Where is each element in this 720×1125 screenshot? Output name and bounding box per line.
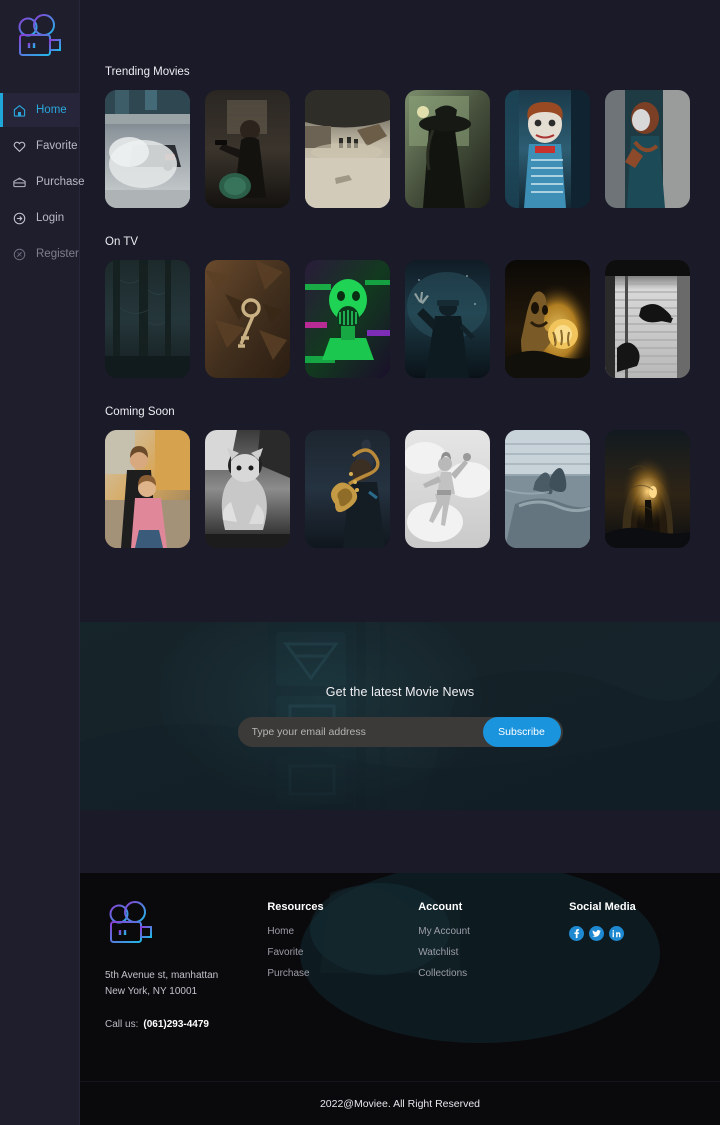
movie-camera-icon: [18, 14, 61, 56]
linkedin-icon[interactable]: [609, 926, 625, 941]
heart-icon: [13, 141, 26, 152]
soon-card-saxophone[interactable]: [305, 430, 390, 548]
phone-number: (061)293-4479: [143, 1019, 209, 1030]
movie-card-doll[interactable]: [505, 90, 590, 208]
section-title: Coming Soon: [105, 406, 175, 418]
card-artwork: [205, 430, 290, 548]
soon-card-dolphins[interactable]: [505, 430, 590, 548]
copyright-text: 2022@Moviee. All Right Reserved: [319, 1097, 481, 1110]
sidebar: Home Favorite Purchase Login Register: [0, 0, 85, 1125]
login-icon: [13, 212, 26, 224]
footer-link-purchase[interactable]: Purchase: [267, 968, 418, 979]
card-artwork: [305, 260, 390, 378]
footer-address: 5th Avenue st, manhattan New York, NY 10…: [105, 968, 267, 999]
movie-row-on-tv: [105, 260, 720, 378]
newsletter-title: Get the latest Movie News: [325, 685, 475, 699]
address-line-2: New York, NY 10001: [105, 985, 198, 997]
address-line-1: 5th Avenue st, manhattan: [105, 970, 219, 981]
card-artwork: [605, 90, 690, 208]
sidebar-item-register[interactable]: Register: [0, 237, 79, 271]
tv-card-blinds-hand[interactable]: [605, 260, 690, 378]
tv-card-lantern[interactable]: [505, 260, 590, 378]
wallet-icon: [13, 177, 26, 187]
newsletter-banner: Get the latest Movie News Subscribe: [80, 622, 720, 810]
card-artwork: [205, 260, 290, 378]
tv-card-rusty-key[interactable]: [205, 260, 290, 378]
footer-link-home[interactable]: Home: [267, 926, 418, 937]
card-artwork: [105, 260, 190, 378]
footer-brand: 5th Avenue st, manhattan New York, NY 10…: [105, 901, 267, 1030]
sidebar-item-home[interactable]: Home: [0, 93, 79, 127]
sidebar-item-label: Home: [36, 104, 67, 116]
sidebar-item-label: Purchase: [36, 176, 85, 188]
movie-card-hat-woman[interactable]: [405, 90, 490, 208]
soon-card-cat[interactable]: [205, 430, 290, 548]
footer-column-social: Social Media: [569, 901, 720, 1030]
sidebar-item-label: Register: [36, 248, 79, 260]
footer-link-watchlist[interactable]: Watchlist: [418, 947, 569, 958]
card-artwork: [105, 90, 190, 208]
footer-column-account: Account My Account Watchlist Collections: [418, 901, 569, 1030]
register-icon: [13, 248, 26, 260]
footer-link-my-account[interactable]: My Account: [418, 926, 569, 937]
tv-card-green-ghoul[interactable]: [305, 260, 390, 378]
section-trending-movies: Trending Movies: [80, 0, 720, 208]
soon-card-dancer[interactable]: [405, 430, 490, 548]
movie-card-street-chaos[interactable]: [305, 90, 390, 208]
movie-row-coming-soon: [105, 430, 720, 548]
logo[interactable]: [0, 0, 79, 67]
footer-column-resources: Resources Home Favorite Purchase: [267, 901, 418, 1030]
twitter-icon[interactable]: [589, 926, 605, 941]
sidebar-item-favorite[interactable]: Favorite: [0, 129, 79, 163]
soon-card-cave[interactable]: [605, 430, 690, 548]
card-artwork: [105, 430, 190, 548]
card-artwork: [305, 90, 390, 208]
call-label: Call us:: [105, 1019, 139, 1030]
copyright-bar: 2022@Moviee. All Right Reserved: [80, 1081, 720, 1125]
movie-card-gunman[interactable]: [205, 90, 290, 208]
card-artwork: [505, 260, 590, 378]
tv-card-night-figure[interactable]: [405, 260, 490, 378]
newsletter-form: Subscribe: [237, 717, 563, 747]
tv-card-dark-forest[interactable]: [105, 260, 190, 378]
card-artwork: [405, 90, 490, 208]
email-input[interactable]: [237, 717, 483, 747]
card-artwork: [305, 430, 390, 548]
subscribe-button[interactable]: Subscribe: [482, 717, 561, 747]
sidebar-item-login[interactable]: Login: [0, 201, 79, 235]
section-on-tv: On TV: [80, 208, 720, 378]
facebook-icon[interactable]: [569, 926, 585, 941]
footer-link-collections[interactable]: Collections: [418, 968, 569, 979]
card-artwork: [605, 430, 690, 548]
footer-link-favorite[interactable]: Favorite: [267, 947, 418, 958]
section-title: On TV: [105, 236, 139, 248]
card-artwork: [405, 260, 490, 378]
social-links: [569, 926, 720, 941]
movie-card-masked-figure[interactable]: [605, 90, 690, 208]
card-artwork: [405, 430, 490, 548]
movie-row-trending: [105, 90, 720, 208]
main-content: Trending Movies On TV Coming Soon Get th…: [80, 0, 720, 1125]
sidebar-nav: Home Favorite Purchase Login Register: [0, 93, 85, 271]
section-coming-soon: Coming Soon: [80, 378, 720, 548]
sidebar-item-label: Login: [36, 212, 65, 224]
footer-column-heading: Resources: [267, 901, 324, 913]
home-icon: [13, 104, 26, 117]
footer-column-heading: Account: [418, 901, 463, 913]
footer-column-heading: Social Media: [569, 901, 636, 913]
card-artwork: [605, 260, 690, 378]
footer-phone: Call us: (061)293-4479: [105, 1019, 267, 1030]
footer: 5th Avenue st, manhattan New York, NY 10…: [80, 873, 720, 1125]
soon-card-children[interactable]: [105, 430, 190, 548]
movie-camera-icon: [109, 901, 152, 943]
sidebar-item-label: Favorite: [36, 140, 78, 152]
section-title: Trending Movies: [105, 66, 190, 78]
sidebar-item-purchase[interactable]: Purchase: [0, 165, 85, 199]
card-artwork: [205, 90, 290, 208]
movie-card-smoke-car[interactable]: [105, 90, 190, 208]
card-artwork: [505, 90, 590, 208]
card-artwork: [505, 430, 590, 548]
